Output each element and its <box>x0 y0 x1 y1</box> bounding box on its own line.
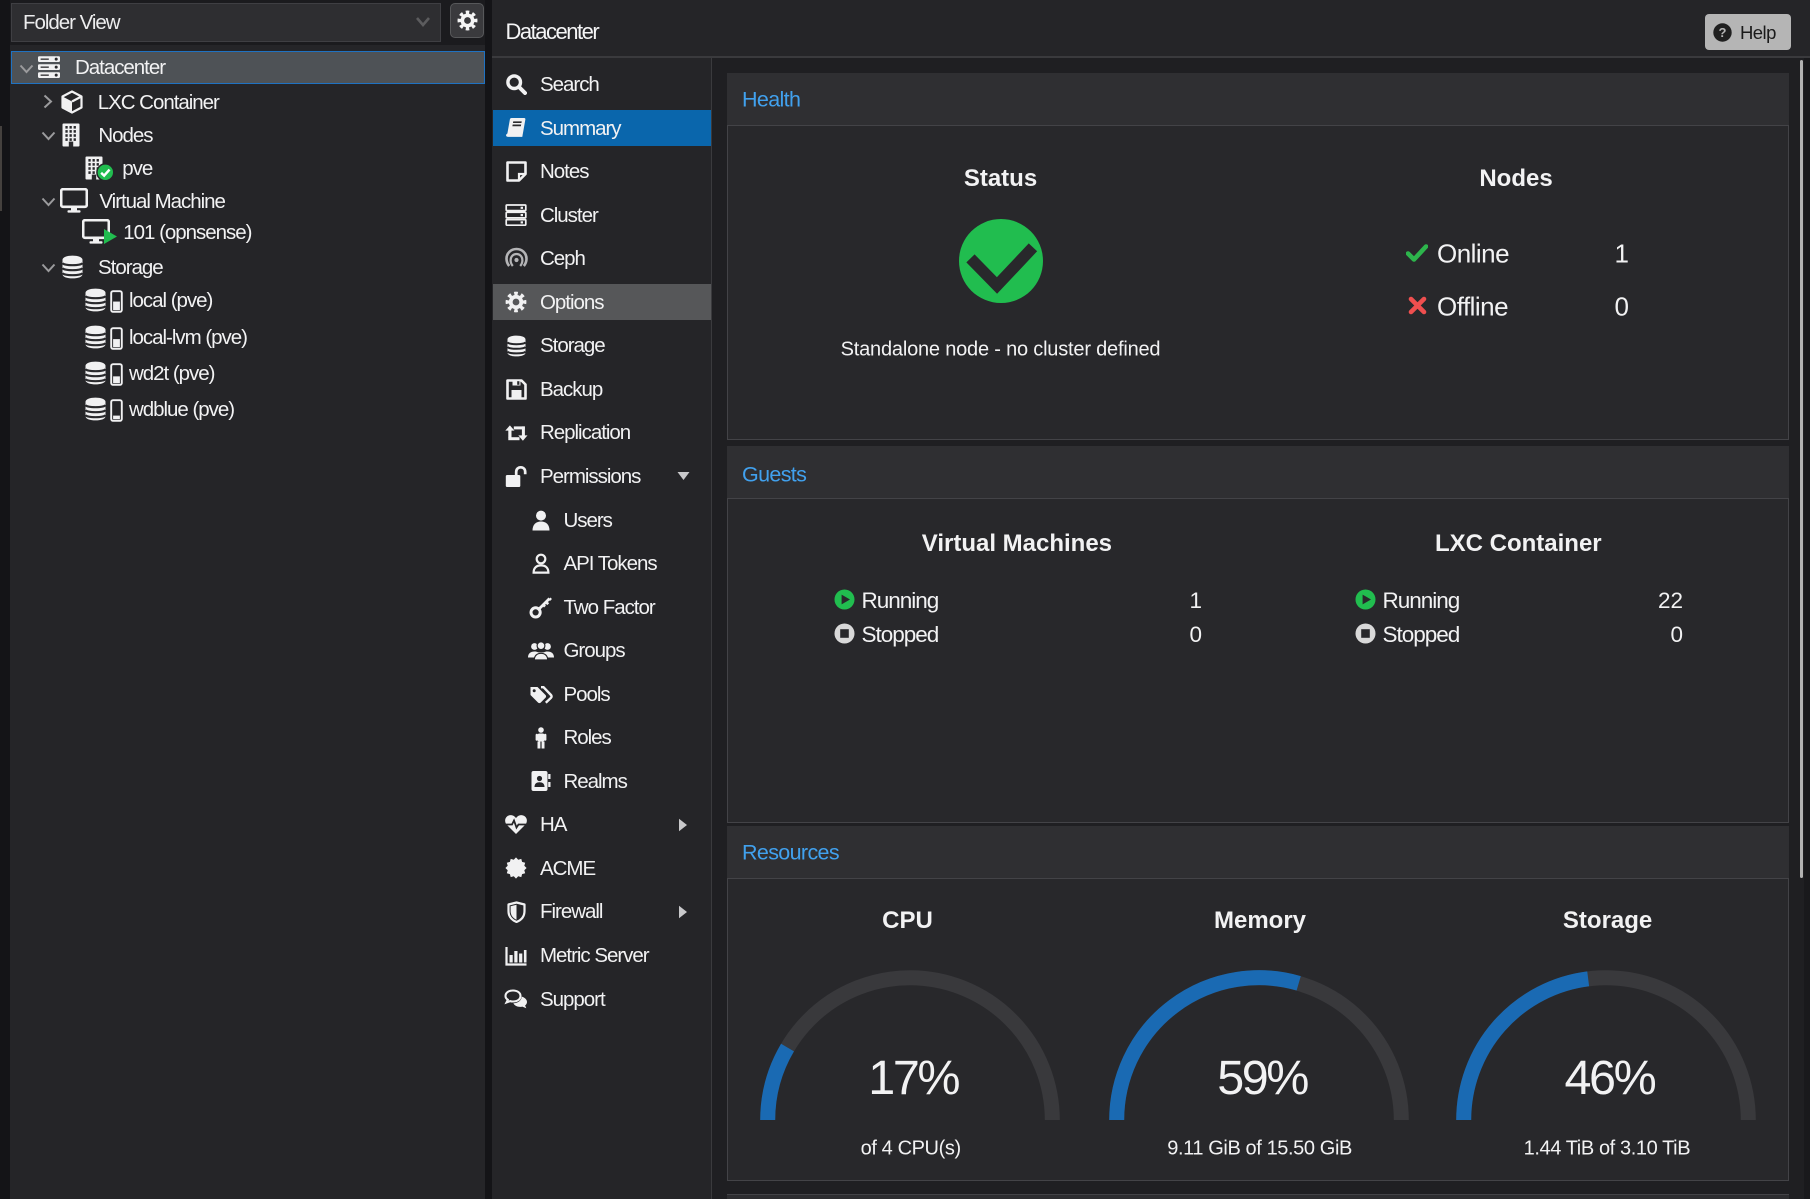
svg-text:?: ? <box>1719 25 1727 40</box>
